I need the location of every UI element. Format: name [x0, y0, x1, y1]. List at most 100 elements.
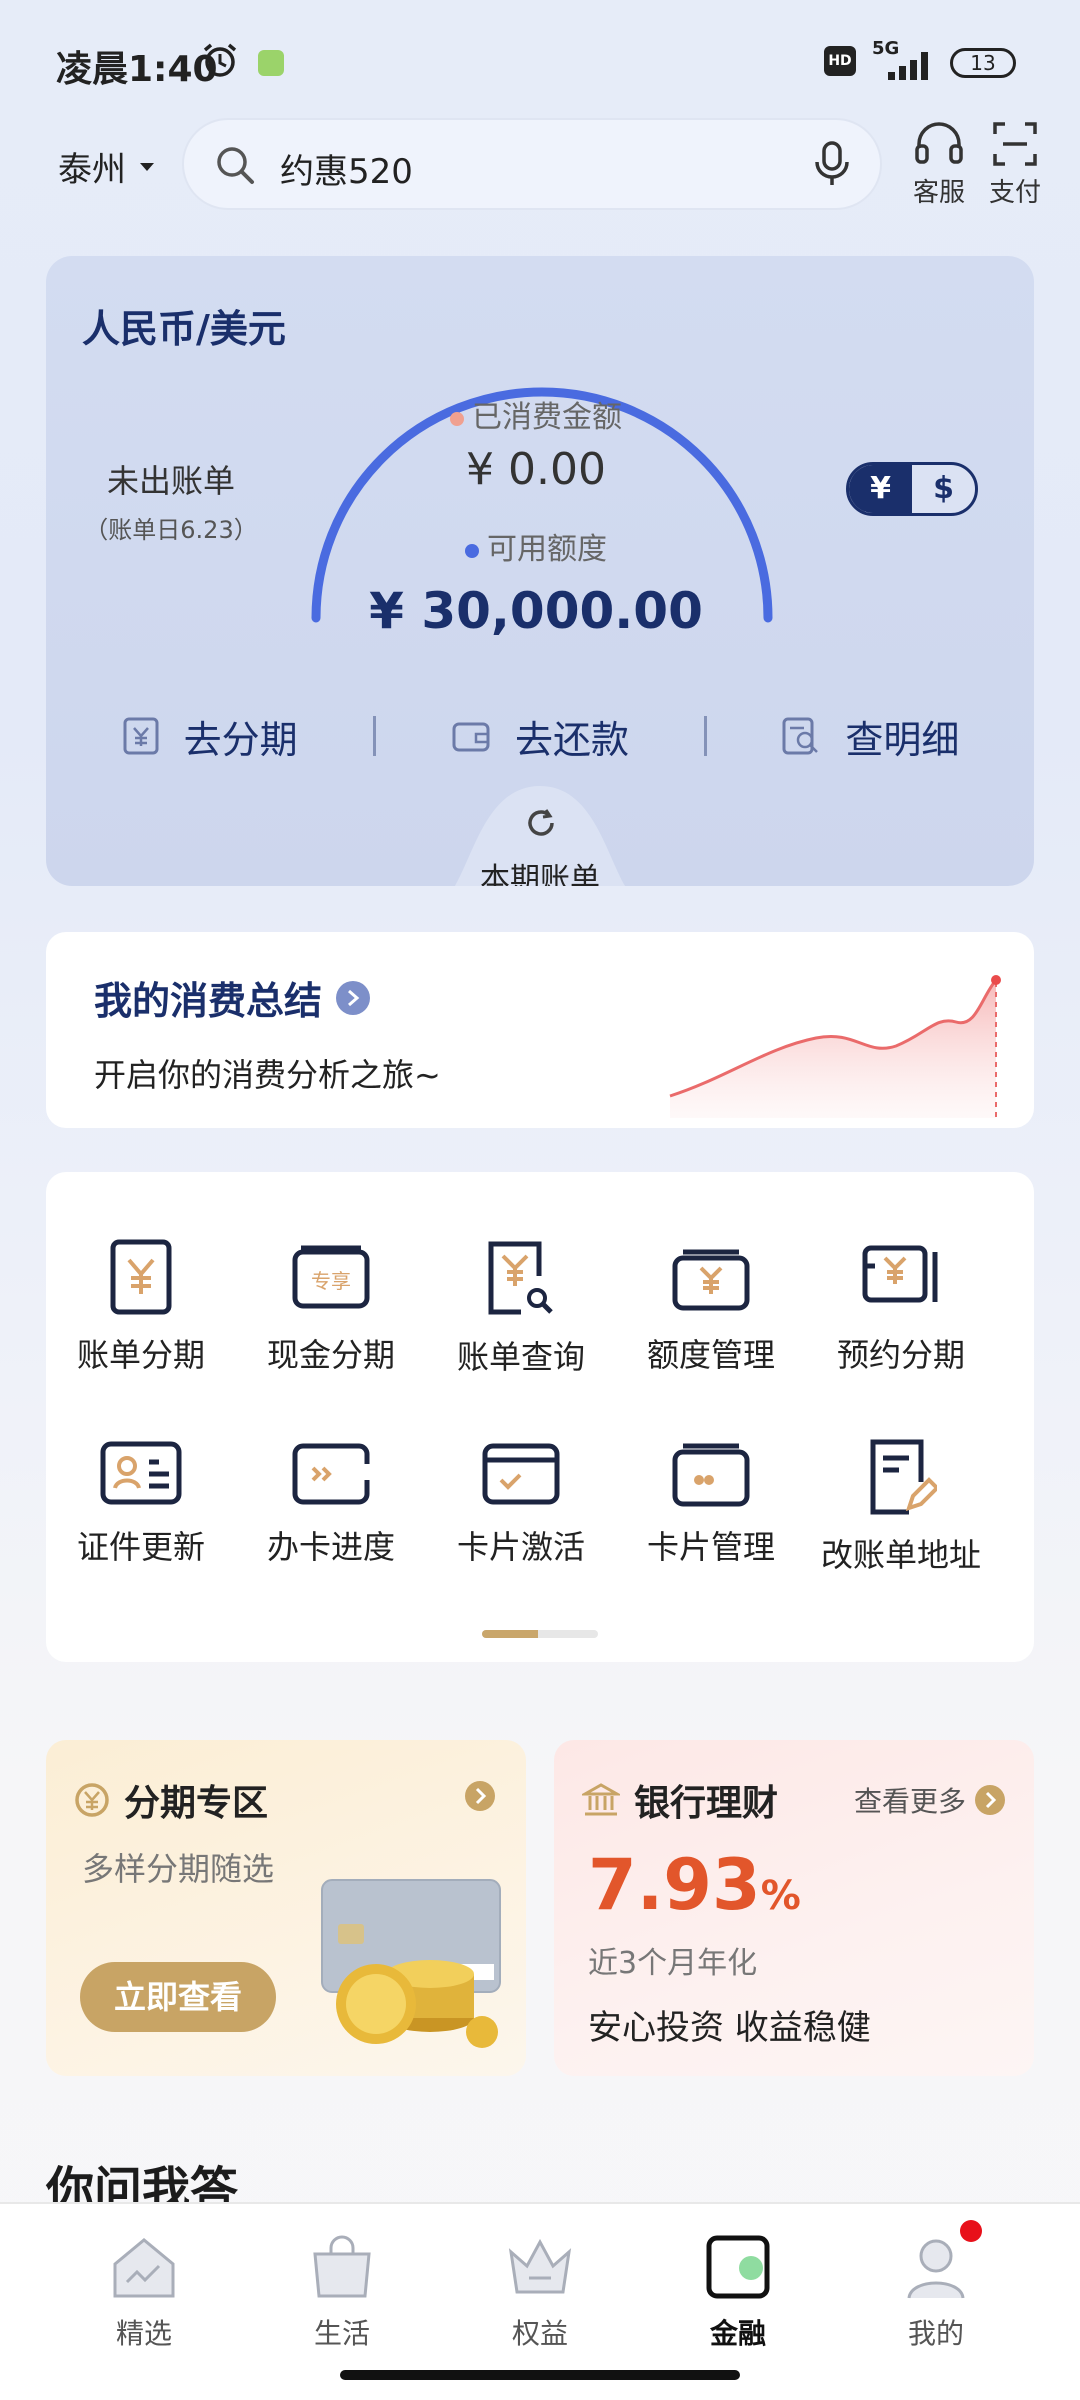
wallet-active-icon [706, 2235, 770, 2299]
details-label: 查明细 [845, 717, 960, 762]
tab-benefits[interactable]: 权益 [470, 2234, 610, 2352]
grid-label: 现金分期 [266, 1336, 395, 1374]
search-input[interactable]: 约惠520 [280, 144, 413, 193]
installment-zone-header: 分期专区 [74, 1774, 268, 1826]
card-coins-illustration [321, 1879, 501, 2048]
grid-reserve-installment[interactable]: 预约分期 [806, 1238, 996, 1376]
chevron-right-icon[interactable] [464, 1780, 496, 1812]
bill-date: （账单日6.23） [84, 516, 258, 544]
view-more-link[interactable]: 查看更多 [854, 1780, 1006, 1820]
crown-icon [508, 2238, 572, 2294]
wealth-tagline: 安心投资 收益稳健 [588, 2008, 871, 2048]
currency-usd[interactable]: $ [912, 465, 975, 513]
grid-edit-bill-address[interactable]: 改账单地址 [806, 1438, 996, 1576]
card-activate-icon [482, 1443, 560, 1505]
customer-service-button[interactable]: 客服 [904, 120, 974, 209]
grid-label: 卡片管理 [646, 1528, 775, 1566]
profile-icon [907, 2239, 965, 2299]
unbilled-info[interactable]: 未出账单 （账单日6.23） [76, 456, 266, 545]
chevron-right-icon [975, 1785, 1006, 1815]
bank-icon [582, 1783, 620, 1816]
wallet-icon [672, 1249, 750, 1311]
details-action[interactable]: 查明细 [707, 709, 1034, 764]
tab-label: 精选 [115, 2317, 172, 2350]
card-actions: 去分期 去还款 查明细 [46, 696, 1034, 776]
yield-rate: 7.93% [588, 1844, 801, 1926]
search-bar[interactable]: 约惠520 [182, 118, 882, 210]
tab-mine[interactable]: 我的 [866, 2220, 1006, 2352]
tab-featured[interactable]: 精选 [74, 2234, 214, 2352]
available-label: 可用额度 [487, 532, 607, 567]
microphone-icon[interactable] [812, 140, 852, 188]
grid-label: 改账单地址 [820, 1536, 981, 1574]
current-bill-tab[interactable]: 本期账单 [430, 786, 650, 886]
view-now-button[interactable]: 立即查看 [80, 1962, 276, 2032]
current-bill-label: 本期账单 [480, 862, 600, 886]
unbilled-label: 未出账单 [106, 462, 235, 500]
grid-card-manage[interactable]: 卡片管理 [616, 1438, 806, 1568]
repay-action[interactable]: 去还款 [376, 709, 703, 764]
currency-cny[interactable]: ¥ [849, 465, 912, 513]
tab-label: 生活 [313, 2317, 370, 2350]
summary-title: 我的消费总结 [94, 979, 323, 1023]
summary-subtitle: 开启你的消费分析之旅~ [94, 1056, 441, 1094]
tab-label: 权益 [511, 2317, 568, 2350]
grid-label: 账单查询 [456, 1338, 585, 1376]
status-bar: 凌晨1:40 HD 5G 13 [0, 0, 1080, 120]
alarm-icon [203, 43, 237, 77]
tab-finance[interactable]: 金融 [668, 2234, 808, 2352]
city-name: 泰州 [58, 150, 126, 190]
headset-icon [915, 122, 963, 164]
function-grid: 账单分期 专享 现金分期 账单查询 额度管理 预约分期 证件更新 办卡进度 卡片… [46, 1172, 1034, 1662]
card-progress-icon [292, 1443, 370, 1505]
spent-label: 已消费金额 [472, 400, 622, 435]
grid-credit-limit[interactable]: 额度管理 [616, 1238, 806, 1376]
available-dot [465, 543, 479, 558]
hd-badge: HD [824, 46, 856, 76]
grid-label: 证件更新 [76, 1528, 205, 1566]
available-value: ¥ 30,000.00 [369, 582, 703, 640]
spending-summary-card[interactable]: 我的消费总结 开启你的消费分析之旅~ [46, 932, 1034, 1128]
tab-label: 金融 [709, 2317, 766, 2350]
available-label-row: 可用额度 [336, 524, 736, 568]
currency-toggle[interactable]: ¥ $ [846, 462, 978, 516]
spent-value: ¥ 0.00 [466, 444, 606, 495]
grid-label: 账单分期 [76, 1336, 205, 1374]
credit-summary-card: 人民币/美元 未出账单 （账单日6.23） 已消费金额 ¥ 0.00 可用额度 … [46, 256, 1034, 886]
installment-zone-card[interactable]: 分期专区 多样分期随选 立即查看 [46, 1740, 526, 2076]
installment-action[interactable]: 去分期 [46, 709, 373, 764]
scan-pay-icon [993, 122, 1037, 166]
detail-search-icon [782, 717, 819, 755]
grid-label: 额度管理 [646, 1336, 775, 1374]
home-indicator[interactable] [340, 2370, 740, 2380]
caret-down-icon [140, 162, 154, 171]
grid-label: 办卡进度 [266, 1528, 395, 1566]
reserve-card-icon [862, 1245, 938, 1303]
shopping-bag-icon [313, 2235, 371, 2298]
yen-doc-icon [110, 1239, 172, 1315]
edit-address-icon [870, 1439, 937, 1515]
customer-service-label: 客服 [912, 178, 965, 208]
grid-card-activate[interactable]: 卡片激活 [426, 1438, 616, 1568]
grid-label: 卡片激活 [456, 1528, 585, 1566]
grid-bill-query[interactable]: 账单查询 [426, 1238, 616, 1378]
wealth-management-card[interactable]: 银行理财 查看更多 7.93% 近3个月年化 安心投资 收益稳健 [554, 1740, 1034, 2076]
exclusive-badge: 专享 [311, 1269, 351, 1293]
notification-dot [960, 2220, 982, 2242]
grid-id-update[interactable]: 证件更新 [46, 1438, 236, 1568]
app-notification-icon [258, 50, 284, 76]
yield-rate-desc: 近3个月年化 [588, 1946, 758, 1981]
wallet-small-icon [452, 722, 490, 752]
city-selector[interactable]: 泰州 [58, 142, 156, 191]
status-time: 凌晨1:40 [56, 49, 218, 90]
spent-dot [450, 411, 464, 426]
battery-indicator: 13 [950, 48, 1016, 78]
grid-card-progress[interactable]: 办卡进度 [236, 1438, 426, 1568]
wealth-header: 银行理财 [582, 1774, 778, 1826]
grid-bill-installment[interactable]: 账单分期 [46, 1238, 236, 1376]
grid-cash-installment[interactable]: 专享 现金分期 [236, 1238, 426, 1376]
tab-life[interactable]: 生活 [272, 2234, 412, 2352]
search-icon [217, 147, 254, 184]
pay-button[interactable]: 支付 [980, 120, 1050, 209]
card-title: 人民币/美元 [82, 307, 286, 351]
